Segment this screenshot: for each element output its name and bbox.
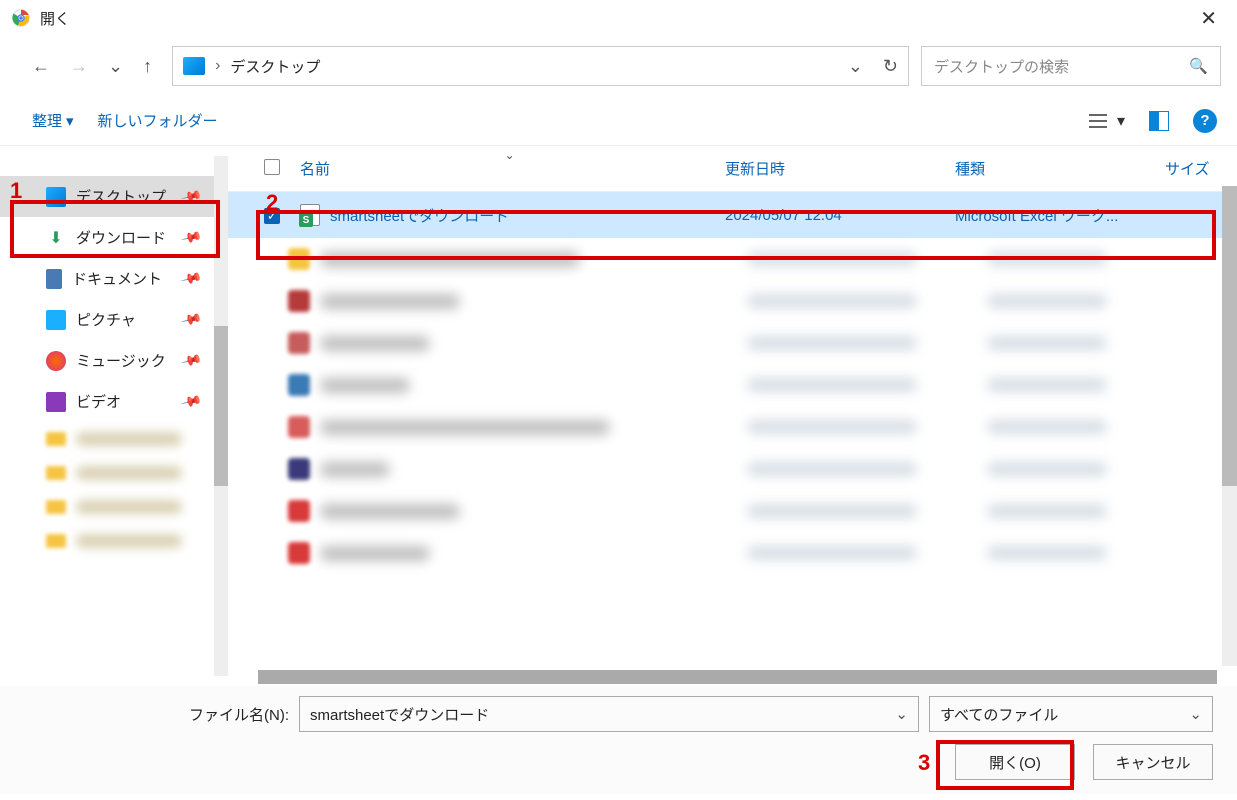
sidebar-label: ビデオ — [76, 391, 121, 412]
sidebar-item-blurred — [0, 422, 228, 456]
file-row-blurred — [228, 280, 1237, 322]
help-button[interactable]: ? — [1193, 109, 1217, 133]
titlebar-left: 開く — [12, 8, 70, 29]
sidebar-item-blurred — [0, 524, 228, 558]
sidebar-label: ミュージック — [76, 350, 166, 371]
up-button[interactable]: ↑ — [143, 56, 152, 77]
forward-button[interactable]: → — [70, 56, 88, 77]
chevron-down-icon: ▾ — [1117, 111, 1125, 131]
file-row-blurred — [228, 406, 1237, 448]
pin-icon[interactable]: 📌 — [179, 390, 203, 413]
file-type: Microsoft Excel ワーク... — [947, 201, 1157, 230]
sidebar-item-music[interactable]: ミュージック 📌 — [0, 340, 228, 381]
breadcrumb[interactable]: › デスクトップ ⌄ ↻ — [172, 46, 909, 86]
window-title: 開く — [40, 8, 70, 29]
file-list-hscroll[interactable] — [258, 670, 1217, 684]
nav-arrows: ← → ⌄ ↑ — [16, 56, 160, 77]
file-row-blurred — [228, 322, 1237, 364]
nav-row: ← → ⌄ ↑ › デスクトップ ⌄ ↻ デスクトップの検索 🔍 — [0, 36, 1237, 96]
chrome-icon — [12, 9, 30, 27]
search-placeholder: デスクトップの検索 — [934, 56, 1069, 77]
download-icon: ⬇ — [46, 228, 66, 248]
sidebar: デスクトップ 📌 ⬇ ダウンロード 📌 ドキュメント 📌 ピクチャ 📌 ミュージ… — [0, 146, 228, 686]
bottom-bar: ファイル名(N): smartsheetでダウンロード ⌄ すべてのファイル ⌄… — [0, 686, 1237, 794]
sidebar-item-desktop[interactable]: デスクトップ 📌 — [0, 176, 228, 217]
pin-icon[interactable]: 📌 — [179, 267, 203, 290]
sidebar-scroll-thumb[interactable] — [214, 326, 228, 486]
breadcrumb-location[interactable]: デスクトップ — [230, 56, 320, 77]
sidebar-item-downloads[interactable]: ⬇ ダウンロード 📌 — [0, 217, 228, 258]
open-button[interactable]: 開く(O) — [955, 744, 1075, 780]
annotation-marker-3: 3 — [918, 750, 930, 776]
column-size[interactable]: サイズ — [1157, 154, 1227, 183]
file-row-selected[interactable]: ✓ smartsheetでダウンロード 2024/05/07 12:04 Mic… — [228, 192, 1237, 238]
column-name[interactable]: 名前 ⌄ — [292, 154, 717, 183]
filename-label: ファイル名(N): — [189, 704, 289, 725]
annotation-marker-1: 1 — [10, 178, 22, 204]
file-row-blurred — [228, 238, 1237, 280]
sidebar-label: ダウンロード — [76, 227, 166, 248]
sidebar-item-blurred — [0, 456, 228, 490]
breadcrumb-dropdown[interactable]: ⌄ — [848, 56, 863, 77]
file-row-blurred — [228, 448, 1237, 490]
pin-icon[interactable]: 📌 — [179, 185, 203, 208]
pin-icon[interactable]: 📌 — [179, 308, 203, 331]
file-row-blurred — [228, 532, 1237, 574]
file-row-blurred — [228, 364, 1237, 406]
body: デスクトップ 📌 ⬇ ダウンロード 📌 ドキュメント 📌 ピクチャ 📌 ミュージ… — [0, 146, 1237, 686]
refresh-button[interactable]: ↻ — [883, 56, 898, 77]
file-filter-dropdown[interactable]: すべてのファイル ⌄ — [929, 696, 1213, 732]
preview-pane-button[interactable] — [1149, 111, 1169, 131]
toolbar: 整理▾ 新しいフォルダー ▾ ? — [0, 96, 1237, 146]
document-icon — [46, 269, 62, 289]
breadcrumb-sep: › — [215, 57, 220, 75]
titlebar: 開く ✕ — [0, 0, 1237, 36]
back-button[interactable]: ← — [32, 56, 50, 77]
pin-icon[interactable]: 📌 — [179, 226, 203, 249]
file-list-header: 名前 ⌄ 更新日時 種類 サイズ — [228, 146, 1237, 192]
excel-file-icon — [300, 204, 320, 226]
close-button[interactable]: ✕ — [1192, 6, 1225, 31]
filename-input[interactable]: smartsheetでダウンロード ⌄ — [299, 696, 919, 732]
sidebar-label: デスクトップ — [76, 186, 166, 207]
new-folder-button[interactable]: 新しいフォルダー — [86, 104, 230, 137]
sidebar-item-documents[interactable]: ドキュメント 📌 — [0, 258, 228, 299]
chevron-down-icon: ▾ — [66, 112, 74, 130]
annotation-marker-2: 2 — [266, 190, 278, 216]
sidebar-label: ドキュメント — [72, 268, 162, 289]
picture-icon — [46, 310, 66, 330]
cancel-button[interactable]: キャンセル — [1093, 744, 1213, 780]
sort-indicator: ⌄ — [505, 148, 515, 162]
file-list: 名前 ⌄ 更新日時 種類 サイズ ✓ smartsheetでダウンロード 202… — [228, 146, 1237, 686]
recent-dropdown[interactable]: ⌄ — [108, 56, 123, 77]
sidebar-item-pictures[interactable]: ピクチャ 📌 — [0, 299, 228, 340]
column-checkbox[interactable] — [256, 155, 292, 183]
file-list-scroll-thumb[interactable] — [1222, 186, 1237, 486]
file-name: smartsheetでダウンロード — [330, 205, 509, 226]
search-box[interactable]: デスクトップの検索 🔍 — [921, 46, 1221, 86]
file-date: 2024/05/07 12:04 — [717, 203, 947, 228]
view-mode-button[interactable]: ▾ — [1089, 111, 1125, 131]
file-row-blurred — [228, 490, 1237, 532]
video-icon — [46, 392, 66, 412]
desktop-icon — [183, 57, 205, 75]
sidebar-label: ピクチャ — [76, 309, 136, 330]
pin-icon[interactable]: 📌 — [179, 349, 203, 372]
chevron-down-icon[interactable]: ⌄ — [1189, 705, 1202, 723]
column-date[interactable]: 更新日時 — [717, 154, 947, 183]
chevron-down-icon[interactable]: ⌄ — [895, 705, 908, 723]
file-size — [1157, 211, 1227, 219]
desktop-icon — [46, 187, 66, 207]
column-type[interactable]: 種類 — [947, 154, 1157, 183]
sidebar-item-blurred — [0, 490, 228, 524]
music-icon — [46, 351, 66, 371]
organize-button[interactable]: 整理▾ — [20, 104, 86, 137]
sidebar-item-videos[interactable]: ビデオ 📌 — [0, 381, 228, 422]
search-icon[interactable]: 🔍 — [1189, 57, 1208, 75]
